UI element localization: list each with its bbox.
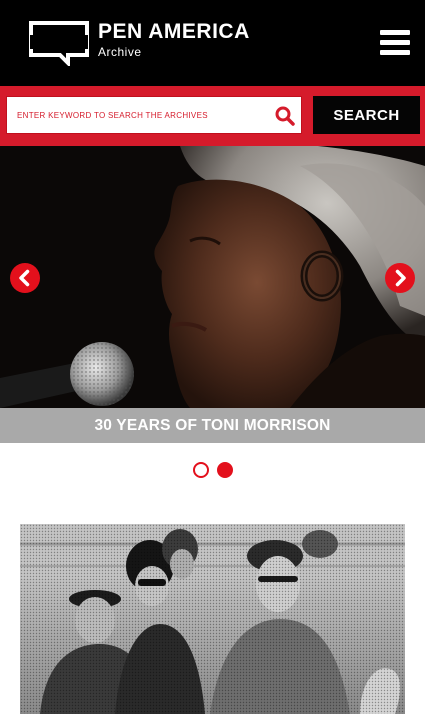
chevron-right-icon [395,269,406,287]
pen-america-logo[interactable]: PEN AMERICA Archive [28,18,249,68]
logo-title: PEN AMERICA [98,20,250,43]
speech-bubble-logo-icon [29,21,89,66]
site-header: PEN AMERICA Archive [0,0,425,86]
slider-next-button[interactable] [385,263,415,293]
slider-dot-1[interactable] [193,462,209,478]
slide-image[interactable] [0,146,425,408]
search-input[interactable] [7,97,265,133]
hero-slider: 30 YEARS OF TONI MORRISON [0,146,425,443]
search-bar: SEARCH [0,86,425,146]
search-icon[interactable] [275,106,295,126]
search-button[interactable]: SEARCH [313,96,420,134]
chevron-left-icon [19,269,30,287]
logo-subtitle: Archive [98,45,142,59]
feature-image[interactable] [20,524,405,714]
slide-caption[interactable]: 30 YEARS OF TONI MORRISON [0,408,425,443]
slider-dot-2-active[interactable] [217,462,233,478]
search-box [6,96,302,134]
slider-pagination [0,460,425,480]
archive-photo-image [20,524,405,714]
slider-prev-button[interactable] [10,263,40,293]
hamburger-menu-icon[interactable] [380,30,410,56]
